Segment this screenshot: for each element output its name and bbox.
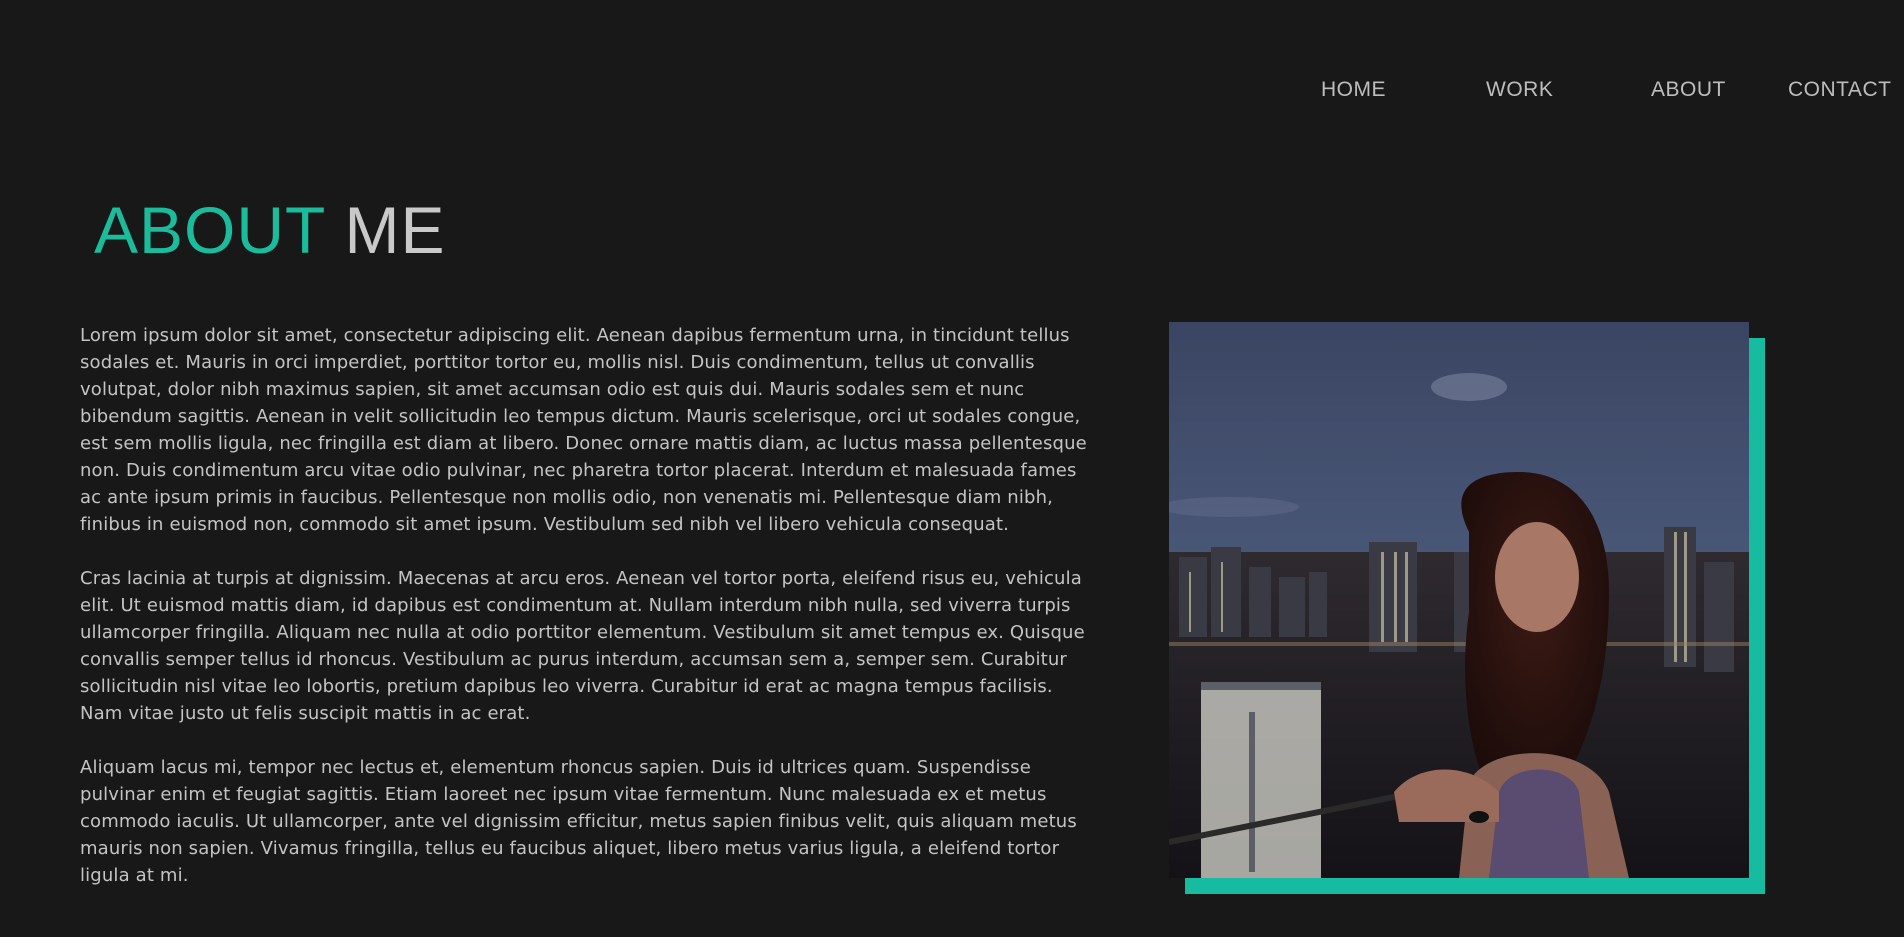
bio-paragraph-2: Cras lacinia at turpis at dignissim. Mae… <box>80 568 1085 724</box>
page-title: ABOUT ME <box>94 190 446 270</box>
profile-photo-frame <box>1169 322 1765 894</box>
page: HOME WORK ABOUT CONTACT ABOUT ME Lorem i… <box>0 0 1904 937</box>
nav-home-link[interactable]: HOME <box>1321 78 1386 102</box>
bio-text: Lorem ipsum dolor sit amet, consectetur … <box>80 322 1092 916</box>
page-title-rest: ME <box>344 193 446 267</box>
nav-contact-link[interactable]: CONTACT <box>1788 78 1891 102</box>
top-nav: HOME WORK ABOUT CONTACT <box>0 78 1904 106</box>
page-title-accent: ABOUT <box>94 193 326 267</box>
bio-paragraph-3: Aliquam lacus mi, tempor nec lectus et, … <box>80 757 1077 886</box>
profile-photo <box>1169 322 1749 878</box>
nav-work-link[interactable]: WORK <box>1486 78 1553 102</box>
bio-paragraph-1: Lorem ipsum dolor sit amet, consectetur … <box>80 325 1087 535</box>
nav-about-link[interactable]: ABOUT <box>1651 78 1726 102</box>
